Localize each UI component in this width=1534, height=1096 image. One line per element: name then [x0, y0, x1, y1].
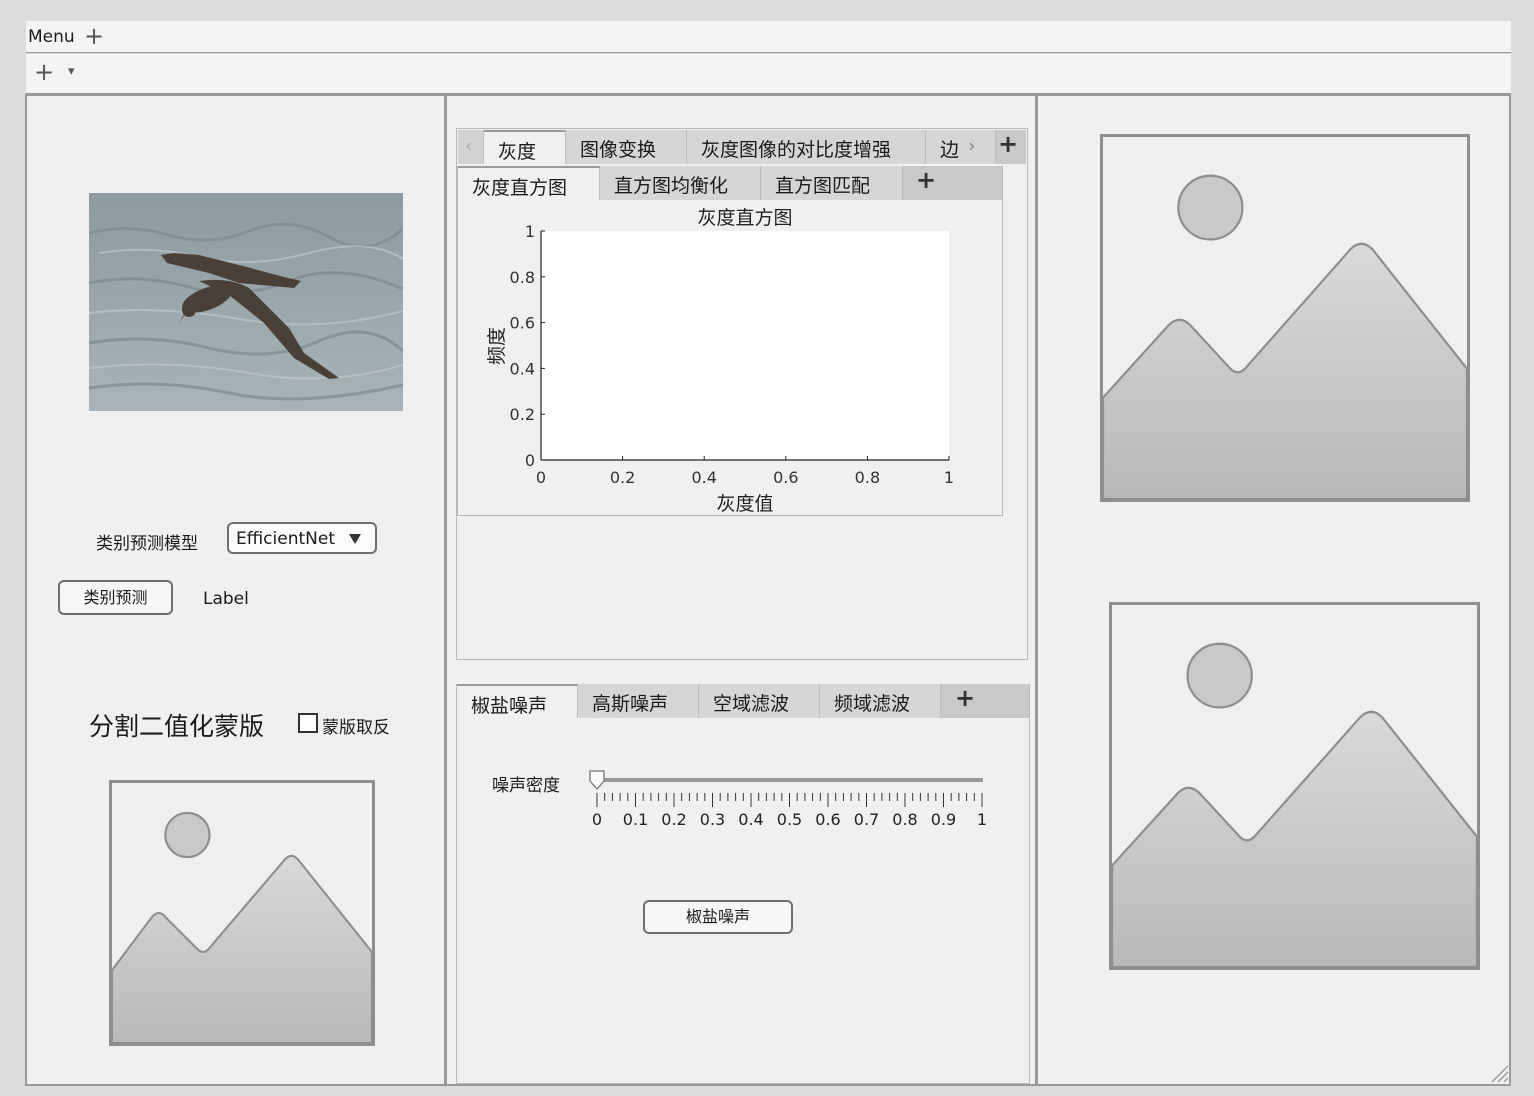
noise-tabgroup [456, 684, 1030, 1084]
x-tick-label: 0 [536, 468, 546, 487]
image-placeholder-icon [112, 811, 372, 1043]
slider-tick-label: 0 [592, 810, 602, 829]
ops-tabstrip: ‹ 灰度 图像变换 灰度图像的对比度增强 边 › + [458, 130, 1026, 164]
y-tick-label: 0.4 [510, 359, 535, 378]
menu-bar: Menu + [26, 21, 1511, 53]
tab-scroll-left[interactable]: ‹ [458, 130, 484, 164]
slider-track[interactable] [595, 778, 983, 782]
tab-gray-histogram-label: 灰度直方图 [472, 177, 568, 199]
mask-title: 分割二值化蒙版 [89, 712, 265, 741]
chevron-down-icon[interactable]: ▾ [68, 64, 75, 79]
tab-hist-matching-label: 直方图匹配 [775, 175, 871, 197]
model-label: 类别预测模型 [96, 534, 198, 554]
output-image-placeholder-bottom [1109, 602, 1480, 970]
tab-gray[interactable]: 灰度 [484, 130, 566, 164]
tab-gray-histogram[interactable]: 灰度直方图 [458, 166, 600, 200]
image-placeholder-icon [1103, 174, 1467, 499]
dropdown-arrow-icon [349, 534, 361, 544]
x-tick-label: 0.8 [855, 468, 880, 487]
slider-thumb[interactable] [589, 770, 605, 790]
y-axis-label: 频度 [486, 327, 508, 365]
histogram-chart: 灰度直方图 灰度值 频度 0 0.2 0.4 0.6 0.8 1 0 0.2 0.4 0.6 0.8… [486, 207, 954, 515]
panel-divider-right [1035, 94, 1038, 1086]
y-tick-label: 0.6 [510, 314, 535, 333]
add-menu-icon[interactable]: + [84, 22, 104, 50]
y-tick-label: 0.2 [510, 405, 535, 424]
tab-gaussian-noise-label: 高斯噪声 [592, 693, 669, 715]
toolbar: + ▾ [26, 54, 1511, 94]
gray-subtabstrip: 灰度直方图 直方图均衡化 直方图匹配 + [458, 166, 1002, 200]
menu-item-menu[interactable]: Menu [28, 27, 75, 47]
tab-gaussian-noise[interactable]: 高斯噪声 [578, 684, 699, 718]
slider-tick-label: 0.6 [815, 810, 840, 829]
add-tool-icon[interactable]: + [34, 58, 54, 86]
x-tick-label: 0.2 [610, 468, 635, 487]
input-image-bird [88, 193, 405, 411]
plot-area [541, 231, 949, 460]
tab-frequency-filter-label: 频域滤波 [834, 693, 911, 715]
add-tab-icon[interactable]: + [998, 130, 1018, 158]
noise-density-slider[interactable]: 0 0.1 0.2 0.3 0.4 0.5 0.6 0.7 0.8 0.9 1 [585, 765, 995, 835]
tab-spatial-filter[interactable]: 空域滤波 [699, 684, 820, 718]
tab-contrast-enhance-label: 灰度图像的对比度增强 [701, 139, 892, 161]
x-axis-label: 灰度值 [716, 493, 773, 515]
tab-frequency-filter[interactable]: 频域滤波 [820, 684, 941, 718]
y-tick-label: 0 [525, 451, 535, 470]
tab-hist-equalization[interactable]: 直方图均衡化 [600, 166, 761, 200]
slider-tick-label: 0.8 [892, 810, 917, 829]
tab-hist-equalization-label: 直方图均衡化 [614, 175, 729, 197]
slider-tick-label: 0.9 [931, 810, 956, 829]
output-image-placeholder-top [1100, 134, 1470, 502]
prediction-label: Label [203, 589, 249, 609]
chart-title: 灰度直方图 [697, 207, 792, 229]
model-dropdown[interactable]: EfficientNet [227, 522, 377, 554]
x-tick-label: 1 [944, 468, 954, 487]
slider-tick-label: 0.5 [777, 810, 802, 829]
slider-tick-label: 0.3 [700, 810, 725, 829]
mask-image-placeholder [109, 780, 375, 1046]
slider-tick-label: 0.1 [623, 810, 648, 829]
tab-image-transform[interactable]: 图像变换 [566, 130, 687, 164]
tab-image-transform-label: 图像变换 [580, 139, 657, 161]
tab-gray-label: 灰度 [498, 141, 537, 163]
slider-tick-label: 0.7 [854, 810, 879, 829]
invert-mask-label[interactable]: 蒙版取反 [322, 713, 390, 738]
slider-tick-label: 1 [977, 810, 987, 829]
resize-grip-icon[interactable] [1488, 1062, 1510, 1084]
predict-button[interactable]: 类别预测 [58, 580, 173, 615]
model-dropdown-value: EfficientNet [236, 529, 335, 549]
tab-contrast-enhance[interactable]: 灰度图像的对比度增强 [687, 130, 926, 164]
add-salt-pepper-button[interactable]: 椒盐噪声 [643, 900, 793, 934]
slider-tick-label: 0.4 [738, 810, 763, 829]
tab-spatial-filter-label: 空域滤波 [713, 693, 790, 715]
slider-ticks: 0 0.1 0.2 0.3 0.4 0.5 0.6 0.7 0.8 0.9 1 [592, 793, 987, 829]
tab-hist-matching[interactable]: 直方图匹配 [761, 166, 903, 200]
tab-salt-pepper[interactable]: 椒盐噪声 [457, 684, 578, 718]
tab-edge-label: 边 [940, 139, 960, 161]
y-tick-label: 1 [525, 222, 535, 241]
slider-tick-label: 0.2 [661, 810, 686, 829]
invert-mask-checkbox[interactable] [298, 713, 318, 733]
noise-tabstrip: 椒盐噪声 高斯噪声 空域滤波 频域滤波 + [457, 684, 1029, 718]
y-tick-label: 0.8 [510, 268, 535, 287]
image-placeholder-icon [1112, 642, 1477, 967]
tab-edge[interactable]: 边 › [926, 130, 996, 164]
add-noise-tab-icon[interactable]: + [955, 684, 975, 712]
noise-density-label: 噪声密度 [492, 776, 560, 796]
panel-divider-left [444, 94, 447, 1086]
add-subtab-icon[interactable]: + [916, 166, 936, 194]
chevron-right-icon[interactable]: › [968, 135, 976, 157]
x-tick-label: 0.6 [773, 468, 798, 487]
x-tick-label: 0.4 [691, 468, 716, 487]
tab-salt-pepper-label: 椒盐噪声 [471, 695, 548, 717]
